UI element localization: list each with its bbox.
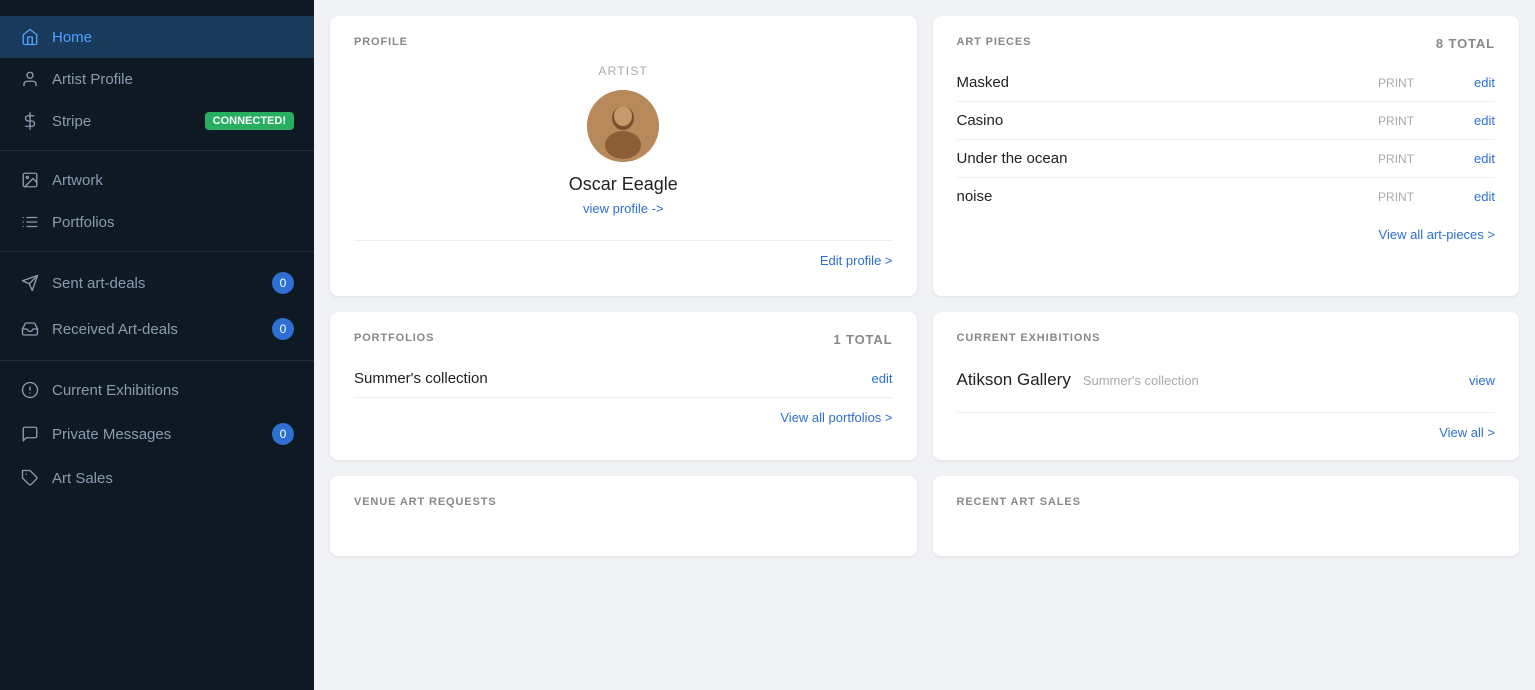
- sidebar-item-label: Artwork: [52, 172, 103, 189]
- art-piece-name: noise: [957, 188, 1379, 205]
- portfolio-row: Summer's collection edit: [354, 360, 893, 397]
- list-icon: [20, 213, 40, 231]
- view-all-portfolios-link[interactable]: View all portfolios >: [354, 410, 893, 425]
- sidebar-item-portfolios[interactable]: Portfolios: [0, 201, 314, 243]
- sidebar-item-received-art-deals[interactable]: Received Art-deals 0: [0, 306, 314, 352]
- portfolios-card: PORTFOLIOS 1 total Summer's collection e…: [330, 312, 917, 460]
- art-piece-edit[interactable]: edit: [1474, 151, 1495, 166]
- sidebar-item-label: Art Sales: [52, 470, 113, 487]
- exhibitions-section-title: CURRENT EXHIBITIONS: [957, 332, 1496, 344]
- sidebar-item-label: Received Art-deals: [52, 321, 178, 338]
- exhibition-view[interactable]: view: [1469, 373, 1495, 388]
- art-piece-name: Casino: [957, 112, 1379, 129]
- sidebar-item-sent-art-deals[interactable]: Sent art-deals 0: [0, 260, 314, 306]
- message-icon: [20, 425, 40, 443]
- image-icon: [20, 171, 40, 189]
- connected-badge: CONNECTED!: [205, 112, 294, 130]
- avatar: [587, 90, 659, 162]
- art-piece-row: noise PRINT edit: [957, 178, 1496, 215]
- artist-label: ARTIST: [598, 64, 648, 78]
- art-piece-type: PRINT: [1378, 76, 1414, 90]
- sidebar-item-current-exhibitions[interactable]: Current Exhibitions: [0, 369, 314, 411]
- venue-requests-card: VENUE ART REQUESTS: [330, 476, 917, 556]
- exhibitions-card: CURRENT EXHIBITIONS Atikson Gallery Summ…: [933, 312, 1520, 460]
- sidebar-item-stripe[interactable]: Stripe CONNECTED!: [0, 100, 314, 142]
- exhibition-row: Atikson Gallery Summer's collection view: [957, 360, 1496, 400]
- art-piece-type: PRINT: [1378, 190, 1414, 204]
- sidebar-item-label: Portfolios: [52, 214, 115, 231]
- profile-info: ARTIST Oscar Eeagle view profile -> Edit…: [354, 64, 893, 276]
- art-pieces-total: 8 total: [1436, 36, 1495, 51]
- sidebar-item-art-sales[interactable]: Art Sales: [0, 457, 314, 499]
- dollar-icon: [20, 112, 40, 130]
- art-piece-name: Under the ocean: [957, 150, 1379, 167]
- art-piece-row: Casino PRINT edit: [957, 102, 1496, 140]
- art-piece-edit[interactable]: edit: [1474, 113, 1495, 128]
- sidebar-item-private-messages[interactable]: Private Messages 0: [0, 411, 314, 457]
- home-icon: [20, 28, 40, 46]
- edit-profile-link[interactable]: Edit profile >: [354, 253, 893, 268]
- art-pieces-section-title: ART PIECES 8 total: [957, 36, 1496, 48]
- recent-sales-title: RECENT ART SALES: [957, 496, 1496, 508]
- inbox-icon: [20, 320, 40, 338]
- portfolios-section-title: PORTFOLIOS 1 total: [354, 332, 893, 344]
- sidebar: Home Artist Profile Stripe CONNECTED! Ar…: [0, 0, 314, 690]
- received-deals-badge: 0: [272, 318, 294, 340]
- sidebar-item-label: Private Messages: [52, 426, 171, 443]
- art-piece-edit[interactable]: edit: [1474, 75, 1495, 90]
- sidebar-item-label: Stripe: [52, 113, 91, 130]
- art-piece-type: PRINT: [1378, 114, 1414, 128]
- sent-deals-badge: 0: [272, 272, 294, 294]
- art-pieces-card: ART PIECES 8 total Masked PRINT edit Cas…: [933, 16, 1520, 296]
- portfolios-total: 1 total: [833, 332, 892, 347]
- circle-icon: [20, 381, 40, 399]
- send-icon: [20, 274, 40, 292]
- user-icon: [20, 70, 40, 88]
- messages-badge: 0: [272, 423, 294, 445]
- art-piece-type: PRINT: [1378, 152, 1414, 166]
- main-content: PROFILE ARTIST Oscar Eeagle view profile…: [314, 0, 1535, 690]
- avatar-image: [587, 90, 659, 162]
- art-piece-row: Under the ocean PRINT edit: [957, 140, 1496, 178]
- exhibition-collection: Summer's collection: [1083, 373, 1469, 388]
- recent-sales-card: RECENT ART SALES: [933, 476, 1520, 556]
- sidebar-item-label: Sent art-deals: [52, 275, 145, 292]
- view-all-exhibitions-link[interactable]: View all >: [957, 425, 1496, 440]
- view-profile-link[interactable]: view profile ->: [583, 201, 664, 216]
- sidebar-item-home[interactable]: Home: [0, 16, 314, 58]
- sidebar-item-artist-profile[interactable]: Artist Profile: [0, 58, 314, 100]
- view-all-art-pieces-link[interactable]: View all art-pieces >: [957, 227, 1496, 242]
- art-piece-name: Masked: [957, 74, 1379, 91]
- sidebar-item-artwork[interactable]: Artwork: [0, 159, 314, 201]
- art-pieces-list: Masked PRINT edit Casino PRINT edit Unde…: [957, 64, 1496, 215]
- profile-card: PROFILE ARTIST Oscar Eeagle view profile…: [330, 16, 917, 296]
- art-piece-row: Masked PRINT edit: [957, 64, 1496, 102]
- sidebar-item-label: Current Exhibitions: [52, 382, 179, 399]
- venue-requests-title: VENUE ART REQUESTS: [354, 496, 893, 508]
- sidebar-item-label: Artist Profile: [52, 71, 133, 88]
- profile-section-title: PROFILE: [354, 36, 893, 48]
- art-piece-edit[interactable]: edit: [1474, 189, 1495, 204]
- sidebar-item-label: Home: [52, 29, 92, 46]
- exhibition-gallery: Atikson Gallery: [957, 370, 1071, 390]
- portfolio-edit[interactable]: edit: [872, 371, 893, 386]
- profile-name: Oscar Eeagle: [569, 174, 678, 195]
- tag-icon: [20, 469, 40, 487]
- portfolio-name: Summer's collection: [354, 370, 872, 387]
